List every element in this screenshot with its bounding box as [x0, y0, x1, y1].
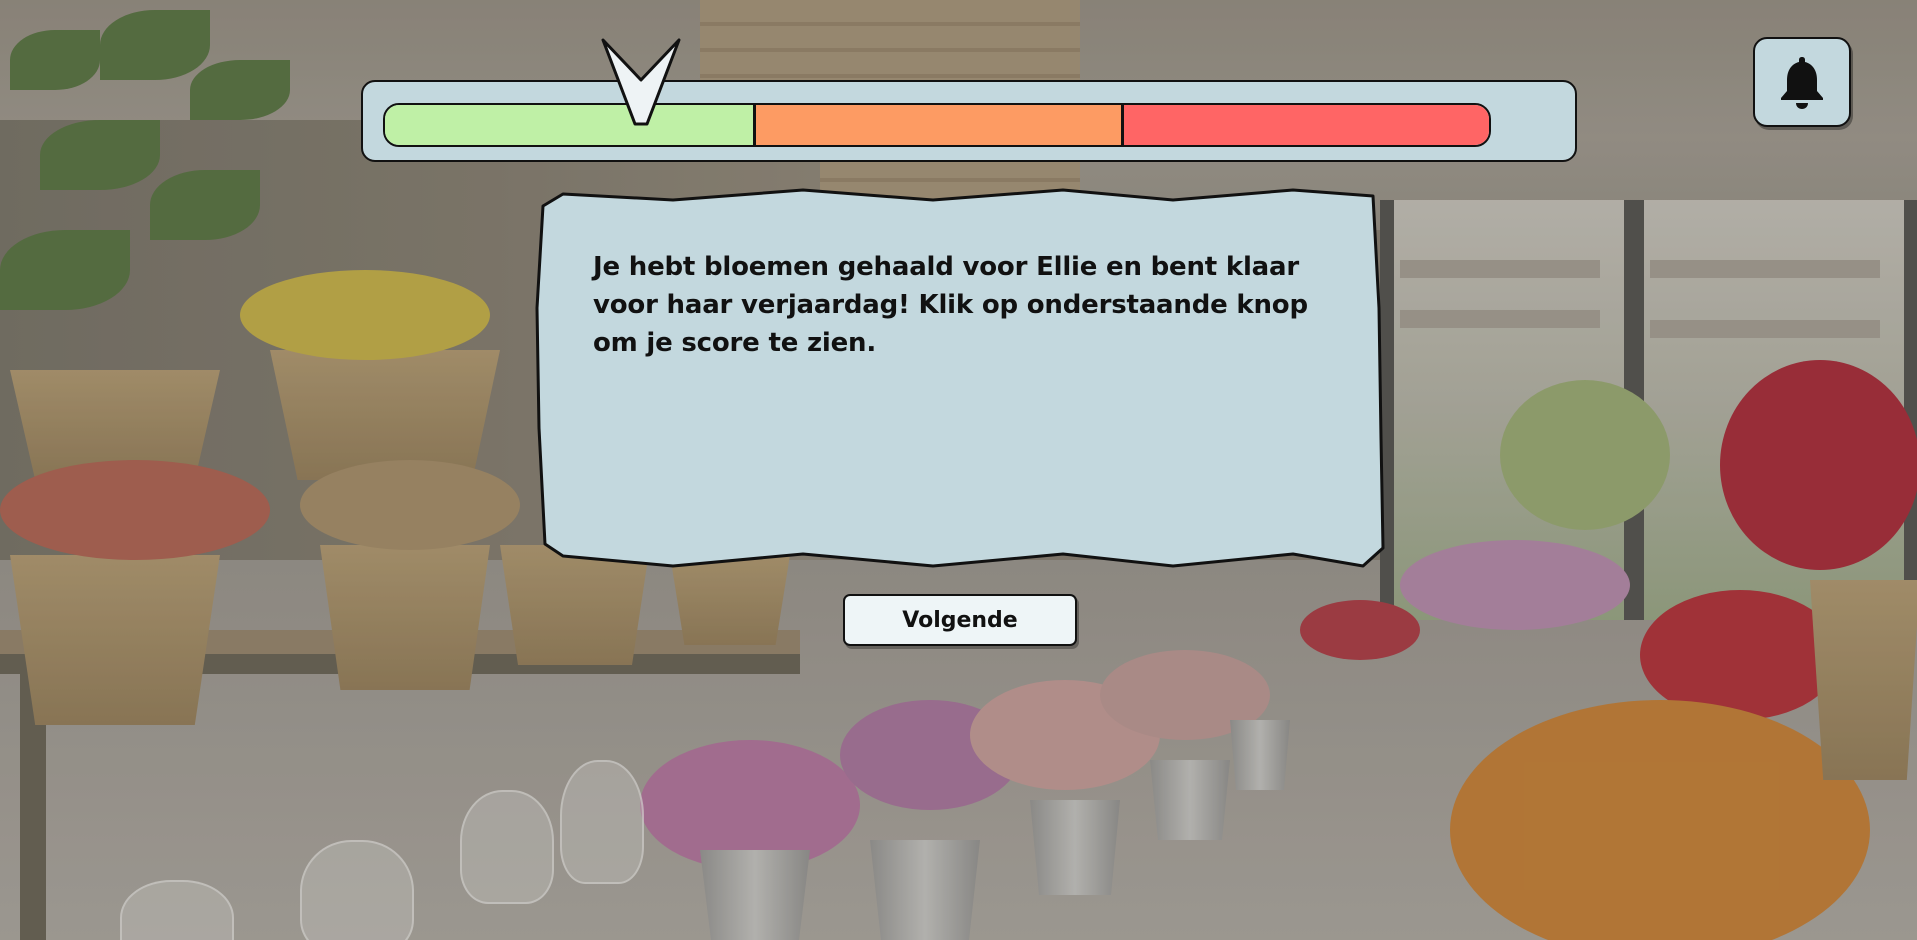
message-dialog: Je hebt bloemen gehaald voor Ellie en be…: [533, 188, 1385, 573]
next-button[interactable]: Volgende: [843, 594, 1077, 646]
meter-pointer-icon: [601, 38, 681, 126]
bell-icon: [1781, 57, 1823, 109]
score-meter: [383, 103, 1491, 147]
meter-segment-green: [385, 105, 753, 145]
meter-segment-orange: [752, 105, 1122, 145]
dialog-frame: [535, 188, 1385, 568]
dialog-message: Je hebt bloemen gehaald voor Ellie en be…: [593, 252, 1308, 358]
progress-panel: [361, 80, 1577, 162]
meter-segment-red: [1121, 105, 1489, 145]
notification-button[interactable]: [1753, 37, 1851, 127]
